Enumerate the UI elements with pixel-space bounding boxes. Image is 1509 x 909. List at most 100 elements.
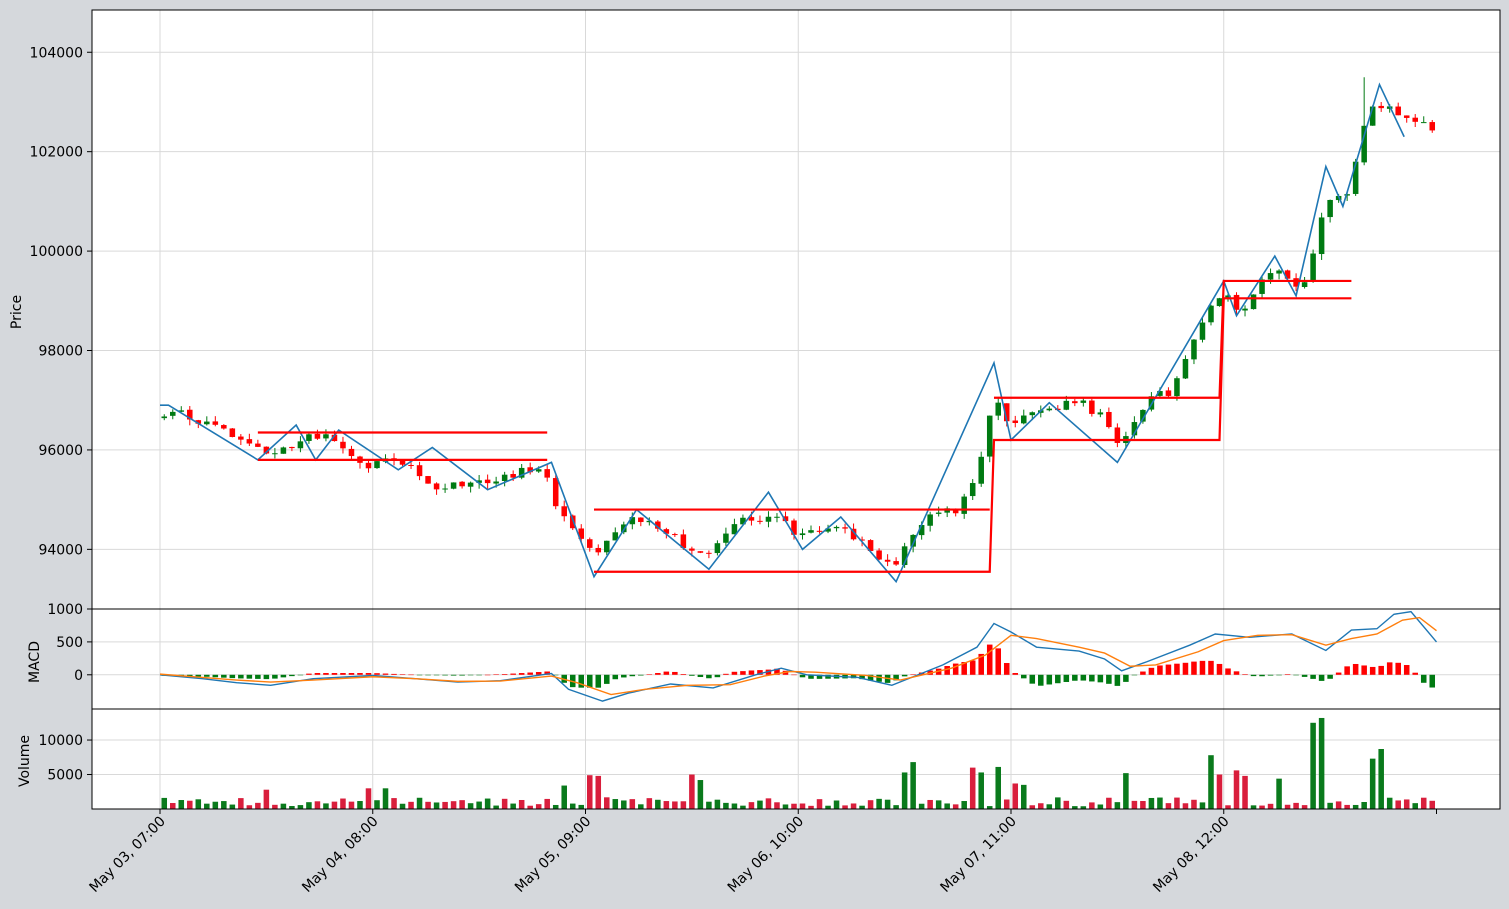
candle-body bbox=[238, 436, 244, 440]
volume-bar bbox=[212, 801, 219, 809]
volume-bar bbox=[272, 804, 278, 809]
candle-body bbox=[927, 514, 933, 526]
candle-body bbox=[765, 516, 772, 522]
macd-histogram-bar bbox=[365, 673, 372, 675]
volume-bar bbox=[893, 805, 899, 809]
candle-body bbox=[484, 479, 491, 484]
volume-bar bbox=[1335, 801, 1342, 809]
volume-bar bbox=[672, 801, 678, 809]
volume-bar bbox=[323, 803, 329, 809]
volume-bar bbox=[263, 789, 270, 809]
macd-histogram-bar bbox=[484, 674, 491, 676]
macd-histogram-bar bbox=[1284, 674, 1291, 675]
candle-body bbox=[493, 481, 499, 484]
macd-histogram-bar bbox=[748, 670, 755, 675]
volume-bar bbox=[1157, 797, 1163, 809]
macd-histogram-bar bbox=[340, 673, 346, 675]
volume-bar bbox=[1225, 805, 1231, 809]
volume-bar bbox=[467, 803, 474, 809]
volume-bar bbox=[169, 803, 176, 809]
volume-bar bbox=[1012, 783, 1019, 809]
macd-histogram-bar bbox=[1114, 674, 1121, 686]
volume-bar bbox=[1131, 800, 1138, 809]
volume-bar bbox=[374, 800, 380, 809]
candle-body bbox=[323, 434, 329, 439]
macd-histogram-bar bbox=[1089, 674, 1095, 682]
volume-bar bbox=[697, 780, 704, 809]
price-y-tick-label: 96000 bbox=[38, 443, 83, 459]
macd-histogram-bar bbox=[212, 674, 219, 678]
volume-bar bbox=[1267, 803, 1274, 809]
volume-bar bbox=[689, 774, 695, 809]
macd-histogram-bar bbox=[1386, 662, 1393, 675]
macd-histogram-bar bbox=[1020, 674, 1027, 679]
volume-bar bbox=[255, 802, 261, 809]
volume-bar bbox=[1284, 804, 1291, 809]
candle-body bbox=[161, 416, 168, 419]
candle-body bbox=[799, 533, 806, 536]
volume-bar bbox=[221, 801, 227, 809]
macd-histogram-bar bbox=[493, 674, 499, 675]
volume-bar bbox=[331, 801, 338, 809]
candle-body bbox=[1250, 294, 1257, 310]
macd-histogram-bar bbox=[416, 674, 423, 676]
macd-histogram-bar bbox=[1301, 674, 1308, 677]
volume-bar bbox=[348, 801, 355, 809]
volume-bar bbox=[510, 803, 516, 809]
candle-body bbox=[314, 433, 321, 439]
macd-histogram-bar bbox=[944, 666, 950, 675]
candle-body bbox=[535, 469, 542, 472]
macd-histogram-bar bbox=[1276, 674, 1282, 676]
volume-bar bbox=[195, 799, 202, 809]
volume-bar bbox=[1310, 722, 1316, 809]
volume-bar bbox=[850, 803, 857, 809]
candle-body bbox=[561, 506, 567, 517]
volume-bar bbox=[450, 801, 457, 809]
volume-bar bbox=[867, 800, 874, 809]
volume-y-tick-label: 5000 bbox=[47, 768, 83, 784]
macd-histogram-bar bbox=[1412, 672, 1418, 675]
volume-bar bbox=[1301, 805, 1308, 809]
candle-body bbox=[961, 496, 967, 514]
candle-body bbox=[1012, 420, 1019, 424]
candle-body bbox=[586, 539, 593, 548]
macd-histogram-bar bbox=[1403, 665, 1410, 675]
macd-histogram-bar bbox=[1225, 668, 1231, 675]
volume-bar bbox=[1123, 773, 1129, 809]
macd-histogram-bar bbox=[1123, 674, 1129, 682]
candle-body bbox=[697, 551, 704, 553]
candle-body bbox=[935, 512, 942, 514]
candlestick-chart: May 03, 07:00 May 04, 08:00 May 05, 09:00 M… bbox=[9, 9, 1501, 896]
macd-histogram-bar bbox=[433, 674, 440, 676]
volume-bar bbox=[382, 788, 389, 809]
volume-bar bbox=[621, 800, 627, 809]
macd-histogram-bar bbox=[314, 673, 321, 675]
macd-histogram-bar bbox=[221, 674, 227, 678]
volume-bar bbox=[1174, 797, 1180, 809]
candle-body bbox=[1174, 378, 1180, 397]
macd-histogram-bar bbox=[331, 673, 338, 675]
macd-histogram-bar bbox=[204, 674, 210, 677]
candle-body bbox=[689, 548, 695, 551]
candle-body bbox=[1089, 400, 1095, 414]
volume-bar bbox=[280, 803, 287, 809]
candle-body bbox=[416, 465, 423, 477]
candle-body bbox=[816, 530, 823, 532]
macd-histogram-bar bbox=[621, 674, 627, 678]
macd-histogram-bar bbox=[442, 674, 448, 676]
candle-body bbox=[1165, 390, 1172, 396]
macd-histogram-bar bbox=[289, 674, 295, 677]
macd-histogram-bar bbox=[391, 673, 397, 675]
macd-histogram-bar bbox=[1318, 674, 1325, 681]
volume-bar bbox=[493, 805, 499, 809]
volume-bar bbox=[1412, 803, 1418, 809]
candle-body bbox=[595, 547, 602, 553]
volume-bar bbox=[1242, 775, 1248, 809]
macd-histogram-bar bbox=[629, 674, 636, 677]
macd-histogram-bar bbox=[1242, 674, 1248, 675]
candle-body bbox=[638, 517, 644, 523]
volume-bar bbox=[1352, 804, 1359, 809]
volume-bar bbox=[408, 801, 414, 809]
volume-bar bbox=[1361, 802, 1367, 809]
volume-bar bbox=[978, 772, 984, 809]
